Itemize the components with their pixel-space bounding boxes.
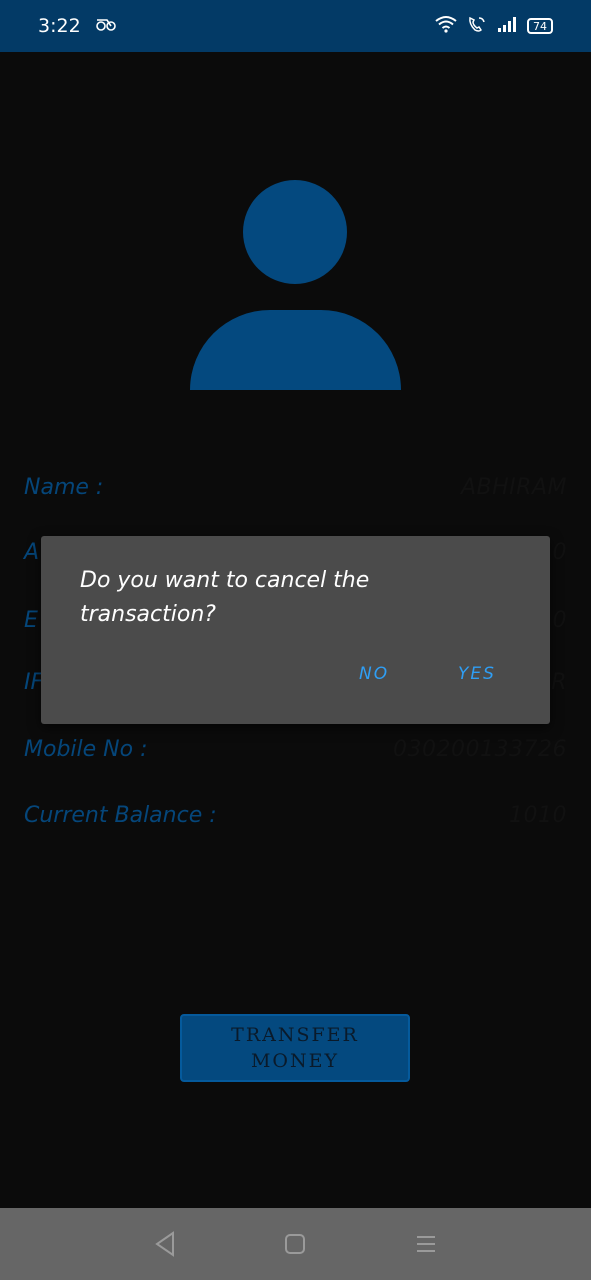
info-label: E bbox=[24, 607, 38, 633]
status-time: 3:22 bbox=[38, 15, 81, 37]
wifi-icon bbox=[435, 15, 457, 37]
dialog-no-button[interactable]: NO bbox=[359, 664, 389, 684]
info-row-name: Name : ABHIRAM bbox=[24, 467, 567, 507]
cancel-transaction-dialog: Do you want to cancel the transaction? N… bbox=[41, 536, 550, 724]
info-label: Mobile No : bbox=[24, 736, 148, 762]
info-value: ABHIRAM bbox=[461, 474, 567, 500]
signal-icon bbox=[497, 16, 517, 36]
status-bar: 3:22 74 bbox=[0, 0, 591, 52]
info-row-mobile: Mobile No : 030200133726 bbox=[24, 729, 567, 769]
transfer-money-button[interactable]: TRANSFER MONEY bbox=[180, 1014, 410, 1082]
wifi-calling-icon bbox=[467, 15, 487, 37]
info-value: R bbox=[551, 669, 567, 695]
info-value: 1010 bbox=[509, 802, 567, 828]
menu-icon[interactable] bbox=[404, 1222, 448, 1266]
info-label: Name : bbox=[24, 474, 104, 500]
battery-icon: 74 bbox=[527, 18, 553, 34]
dialog-yes-button[interactable]: YES bbox=[458, 664, 496, 684]
info-value: 030200133726 bbox=[393, 736, 567, 762]
navigation-bar bbox=[0, 1208, 591, 1280]
dialog-message: Do you want to cancel the transaction? bbox=[80, 568, 370, 627]
avatar-body bbox=[190, 310, 401, 390]
user-avatar-icon bbox=[190, 180, 401, 390]
info-value: 0 bbox=[552, 539, 567, 565]
home-icon[interactable] bbox=[273, 1222, 317, 1266]
info-row-balance: Current Balance : 1010 bbox=[24, 795, 567, 835]
info-label: A bbox=[24, 539, 40, 565]
info-value: 0 bbox=[552, 607, 567, 633]
avatar-head bbox=[243, 180, 347, 284]
back-icon[interactable] bbox=[143, 1222, 187, 1266]
notification-icon bbox=[95, 16, 117, 36]
info-label: Current Balance : bbox=[24, 802, 217, 828]
